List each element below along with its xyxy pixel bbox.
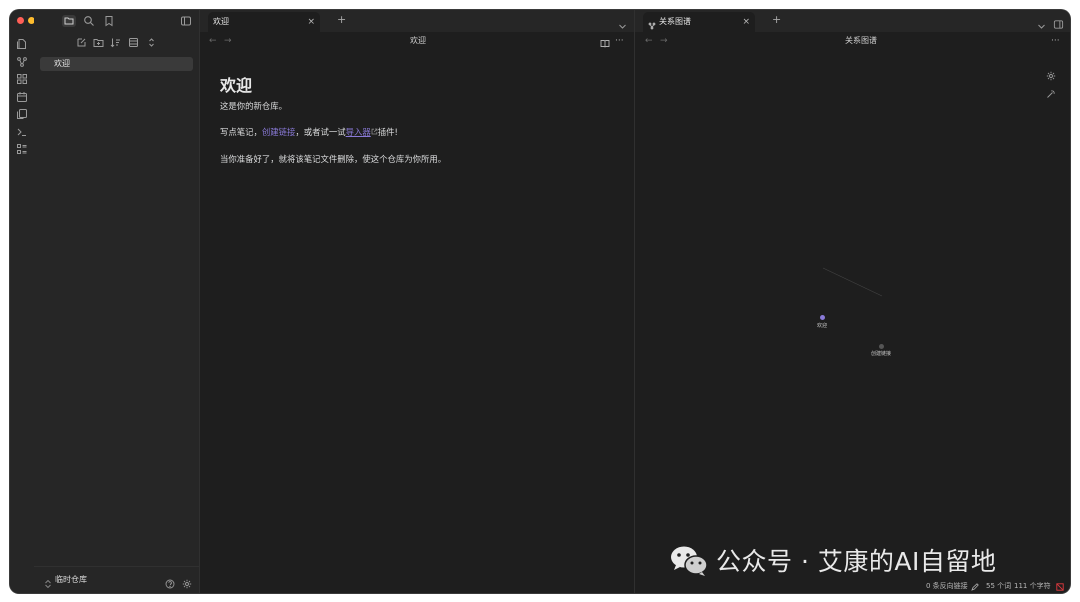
external-link-icon bbox=[371, 127, 378, 137]
graph-edges bbox=[822, 267, 883, 297]
forward-arrow-icon[interactable]: → bbox=[224, 32, 232, 50]
graph-node-label: 创建链接 bbox=[871, 351, 892, 357]
vault-chevron-icon[interactable] bbox=[44, 574, 52, 593]
sort-icon[interactable] bbox=[110, 37, 121, 48]
left-tab-bar: 欢迎 × + bbox=[200, 10, 634, 33]
settings-gear-icon[interactable] bbox=[182, 574, 192, 593]
collapse-all-icon[interactable] bbox=[146, 37, 157, 48]
graph-node-create-link[interactable] bbox=[879, 344, 884, 349]
ribbon bbox=[10, 10, 46, 593]
right-tab-bar: 关系图谱 × + bbox=[635, 10, 1070, 33]
watermark-text: 公众号 · 艾康的AI自留地 bbox=[716, 547, 997, 576]
tab-label: 欢迎 bbox=[213, 17, 229, 26]
graph-title-header: 关系图谱 bbox=[845, 36, 877, 45]
file-item-label: 欢迎 bbox=[54, 59, 70, 68]
vault-name[interactable]: 临时仓库 bbox=[55, 574, 87, 585]
doc-paragraph-3: 当你准备好了，就将该笔记文件删除，使这个仓库为你所用。 bbox=[220, 154, 447, 164]
templates-icon[interactable] bbox=[16, 108, 28, 120]
tab-close-icon[interactable]: × bbox=[742, 12, 750, 32]
back-arrow-icon[interactable]: ← bbox=[209, 32, 217, 50]
file-explorer-sidebar: 欢迎 临时仓库 bbox=[34, 10, 200, 593]
app-window: 欢迎 临时仓库 欢迎 × + ← → 欢迎 ··· 欢迎 这是你的新仓库。 写点… bbox=[10, 10, 1070, 593]
tab-close-icon[interactable]: × bbox=[307, 12, 315, 32]
more-options-icon[interactable]: ··· bbox=[1051, 32, 1060, 50]
graph-view-icon[interactable] bbox=[16, 56, 28, 68]
tab-label: 关系图谱 bbox=[659, 17, 691, 26]
bookmark-icon[interactable] bbox=[103, 15, 115, 27]
close-window-button[interactable] bbox=[17, 17, 24, 24]
files-tab-button[interactable] bbox=[62, 15, 76, 27]
daily-note-icon[interactable] bbox=[16, 91, 28, 103]
graph-node-label: 欢迎 bbox=[817, 323, 828, 329]
p2-text-after: 插件! bbox=[377, 127, 398, 137]
graph-node-welcome[interactable] bbox=[820, 315, 825, 320]
doc-paragraph-2: 写点笔记，创建链接，或者试一试导入器 插件! bbox=[220, 126, 398, 138]
p2-text-before: 写点笔记， bbox=[220, 127, 262, 137]
search-icon[interactable] bbox=[83, 15, 95, 27]
graph-canvas[interactable]: 欢迎 创建链接 bbox=[635, 50, 1070, 579]
char-count: 111 个字符 bbox=[1014, 582, 1051, 590]
editor-content[interactable]: 欢迎 这是你的新仓库。 写点笔记，创建链接，或者试一试导入器 插件! 当你准备好了… bbox=[200, 50, 634, 593]
bases-icon[interactable] bbox=[16, 143, 28, 155]
forward-arrow-icon[interactable]: → bbox=[660, 32, 668, 50]
left-nav-bar: ← → 欢迎 ··· bbox=[200, 32, 634, 50]
wechat-logo-icon bbox=[669, 544, 709, 582]
sidebar-toggle-icon[interactable] bbox=[180, 15, 192, 27]
doc-heading: 欢迎 bbox=[220, 76, 253, 95]
new-folder-icon[interactable] bbox=[93, 37, 104, 48]
help-icon[interactable] bbox=[165, 574, 175, 593]
more-options-icon[interactable]: ··· bbox=[615, 32, 624, 50]
edit-mode-pencil-icon[interactable] bbox=[971, 582, 979, 593]
new-tab-button[interactable]: + bbox=[337, 13, 346, 26]
tab-graph[interactable]: 关系图谱 × bbox=[643, 12, 755, 33]
tab-welcome[interactable]: 欢迎 × bbox=[208, 12, 320, 33]
sync-error-icon[interactable] bbox=[1056, 582, 1064, 593]
canvas-icon[interactable] bbox=[16, 73, 28, 85]
new-note-icon[interactable] bbox=[76, 37, 87, 48]
internal-link[interactable]: 创建链接 bbox=[262, 127, 296, 137]
new-tab-button[interactable]: + bbox=[772, 13, 781, 26]
right-nav-bar: ← → 关系图谱 ··· bbox=[635, 32, 1070, 50]
file-item-welcome[interactable]: 欢迎 bbox=[40, 57, 193, 71]
doc-paragraph-1: 这是你的新仓库。 bbox=[220, 101, 287, 111]
open-note-icon[interactable] bbox=[16, 38, 28, 50]
backlinks-count[interactable]: 0 条反向链接 bbox=[926, 579, 968, 593]
status-bar: 0 条反向链接 55 个词 111 个字符 bbox=[910, 579, 1070, 593]
vault-switcher: 临时仓库 bbox=[34, 566, 199, 593]
external-link[interactable]: 导入器 bbox=[346, 127, 371, 137]
auto-reveal-icon[interactable] bbox=[128, 37, 139, 48]
note-title-header: 欢迎 bbox=[410, 36, 426, 45]
back-arrow-icon[interactable]: ← bbox=[645, 32, 653, 50]
command-palette-icon[interactable] bbox=[16, 126, 28, 138]
word-count: 55 个词 bbox=[986, 582, 1012, 590]
p2-text-mid: ，或者试一试 bbox=[295, 127, 346, 137]
